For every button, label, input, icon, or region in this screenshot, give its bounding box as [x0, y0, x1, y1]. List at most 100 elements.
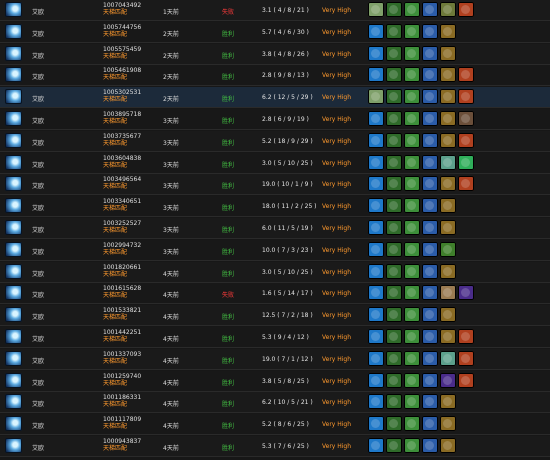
urn-icon[interactable] — [440, 329, 456, 344]
hero-name[interactable]: 艾欧 — [32, 116, 44, 125]
hero-name[interactable]: 艾欧 — [32, 356, 44, 365]
hero-avatar-icon[interactable] — [5, 416, 22, 432]
urn-icon[interactable] — [440, 198, 456, 214]
hero-avatar-icon[interactable] — [5, 154, 22, 170]
bracer-icon[interactable] — [422, 372, 438, 388]
wand-icon[interactable] — [386, 220, 402, 235]
wand-icon[interactable] — [386, 438, 402, 453]
table-row[interactable]: 艾欧 1003496564 天梯匹配 3天前 胜利 19.0 ( 10 / 1 … — [0, 174, 550, 196]
match-id[interactable]: 1005575459 — [103, 46, 141, 53]
match-id[interactable]: 1001259740 — [103, 373, 141, 380]
match-id[interactable]: 1002994732 — [103, 242, 141, 249]
bracer-icon[interactable] — [422, 329, 438, 344]
boots-icon[interactable] — [404, 132, 420, 148]
boots-icon[interactable] — [404, 111, 420, 126]
hero-name[interactable]: 艾欧 — [32, 378, 44, 387]
dagon-icon[interactable] — [458, 329, 474, 344]
table-row[interactable]: 艾欧 1001820661 天梯匹配 4天前 胜利 3.0 ( 5 / 10 /… — [0, 261, 550, 283]
orb-icon[interactable] — [368, 154, 384, 170]
boots-icon[interactable] — [404, 67, 420, 83]
dagon-icon[interactable] — [458, 89, 474, 105]
table-row[interactable]: 艾欧 1003340651 天梯匹配 3天前 胜利 18.0 ( 11 / 2 … — [0, 196, 550, 218]
match-id[interactable]: 1003252527 — [103, 220, 141, 227]
hero-name[interactable]: 艾欧 — [32, 334, 44, 343]
bracer-icon[interactable] — [422, 220, 438, 235]
hero-name[interactable]: 艾欧 — [32, 399, 44, 408]
orb-icon[interactable] — [368, 220, 384, 235]
orb-icon[interactable] — [368, 23, 384, 39]
purple-orb-icon[interactable] — [440, 372, 456, 388]
boots-icon[interactable] — [404, 176, 420, 192]
hero-avatar-icon[interactable] — [5, 394, 22, 410]
leaf-icon[interactable] — [440, 241, 456, 257]
table-row[interactable]: 艾欧 1001117809 天梯匹配 4天前 胜利 5.2 ( 8 / 6 / … — [0, 414, 550, 436]
ghost-icon[interactable] — [440, 350, 456, 366]
hero-name[interactable]: 艾欧 — [32, 51, 44, 60]
match-id[interactable]: 1001337093 — [103, 351, 141, 358]
wand-icon[interactable] — [386, 241, 402, 257]
table-row[interactable]: 艾欧 1003252527 天梯匹配 3天前 胜利 6.0 ( 11 / 5 /… — [0, 218, 550, 239]
orb-icon[interactable] — [368, 241, 384, 257]
hero-avatar-icon[interactable] — [5, 438, 22, 453]
scroll-icon[interactable] — [440, 285, 456, 301]
table-row[interactable]: 艾欧 1001259740 天梯匹配 4天前 胜利 3.8 ( 5 / 8 / … — [0, 370, 550, 392]
boots-icon[interactable] — [404, 438, 420, 453]
hero-avatar-icon[interactable] — [5, 45, 22, 61]
urn-icon[interactable] — [440, 111, 456, 126]
boots-icon[interactable] — [404, 329, 420, 344]
hero-avatar-icon[interactable] — [5, 23, 22, 39]
hero-avatar-icon[interactable] — [5, 285, 22, 301]
wand-icon[interactable] — [386, 285, 402, 301]
table-row[interactable]: 艾欧 1001615628 天梯匹配 4天前 失败 1.6 ( 5 / 14 /… — [0, 283, 550, 305]
bracer-icon[interactable] — [422, 132, 438, 148]
bracer-icon[interactable] — [422, 23, 438, 39]
bracer-icon[interactable] — [422, 198, 438, 214]
hero-name[interactable]: 艾欧 — [32, 7, 44, 16]
urn-icon[interactable] — [440, 176, 456, 192]
urn-icon[interactable] — [440, 438, 456, 453]
table-row[interactable]: 艾欧 1003895718 天梯匹配 3天前 胜利 2.8 ( 6 / 9 / … — [0, 109, 550, 130]
boots-icon[interactable] — [404, 241, 420, 257]
hero-name[interactable]: 艾欧 — [32, 290, 44, 299]
dagon-icon[interactable] — [458, 2, 474, 17]
dagon-icon[interactable] — [458, 67, 474, 83]
hero-name[interactable]: 艾欧 — [32, 443, 44, 452]
urn-icon[interactable] — [440, 45, 456, 61]
match-id[interactable]: 1003895718 — [103, 111, 141, 118]
hero-name[interactable]: 艾欧 — [32, 247, 44, 256]
table-row[interactable]: 艾欧 1002994732 天梯匹配 3天前 胜利 10.0 ( 7 / 3 /… — [0, 239, 550, 261]
orb-icon[interactable] — [368, 132, 384, 148]
green-orb-icon[interactable] — [458, 154, 474, 170]
boots-icon[interactable] — [404, 89, 420, 105]
boots-icon[interactable] — [404, 372, 420, 388]
match-id[interactable]: 1001442251 — [103, 329, 141, 336]
bracer-icon[interactable] — [422, 285, 438, 301]
urn-icon[interactable] — [440, 89, 456, 105]
wand-icon[interactable] — [386, 45, 402, 61]
wand-icon[interactable] — [386, 111, 402, 126]
hero-avatar-icon[interactable] — [5, 350, 22, 366]
hero-name[interactable]: 艾欧 — [32, 94, 44, 103]
ghost-scepter-icon[interactable] — [368, 2, 384, 17]
wand-icon[interactable] — [386, 198, 402, 214]
bracer-icon[interactable] — [422, 263, 438, 279]
table-row[interactable]: 艾欧 1001186331 天梯匹配 4天前 胜利 6.2 ( 10 / 5 /… — [0, 392, 550, 414]
orb-icon[interactable] — [368, 416, 384, 432]
hero-avatar-icon[interactable] — [5, 263, 22, 279]
table-row[interactable]: 艾欧 1003735677 天梯匹配 3天前 胜利 5.2 ( 18 / 9 /… — [0, 130, 550, 152]
urn-icon[interactable] — [440, 132, 456, 148]
wand-icon[interactable] — [386, 23, 402, 39]
hero-avatar-icon[interactable] — [5, 132, 22, 148]
wand-icon[interactable] — [386, 372, 402, 388]
hero-name[interactable]: 艾欧 — [32, 312, 44, 321]
dagon-icon[interactable] — [458, 350, 474, 366]
bracer-icon[interactable] — [422, 111, 438, 126]
ghost-icon[interactable] — [440, 154, 456, 170]
match-id[interactable]: 1001820661 — [103, 264, 141, 271]
urn-icon[interactable] — [440, 307, 456, 323]
orb-icon[interactable] — [368, 394, 384, 410]
table-row[interactable]: 艾欧 1001533821 天梯匹配 4天前 胜利 12.5 ( 7 / 2 /… — [0, 305, 550, 327]
wand-icon[interactable] — [386, 329, 402, 344]
table-row[interactable]: 艾欧 1005461908 天梯匹配 2天前 胜利 2.8 ( 9 / 8 / … — [0, 65, 550, 87]
hero-name[interactable]: 艾欧 — [32, 203, 44, 212]
